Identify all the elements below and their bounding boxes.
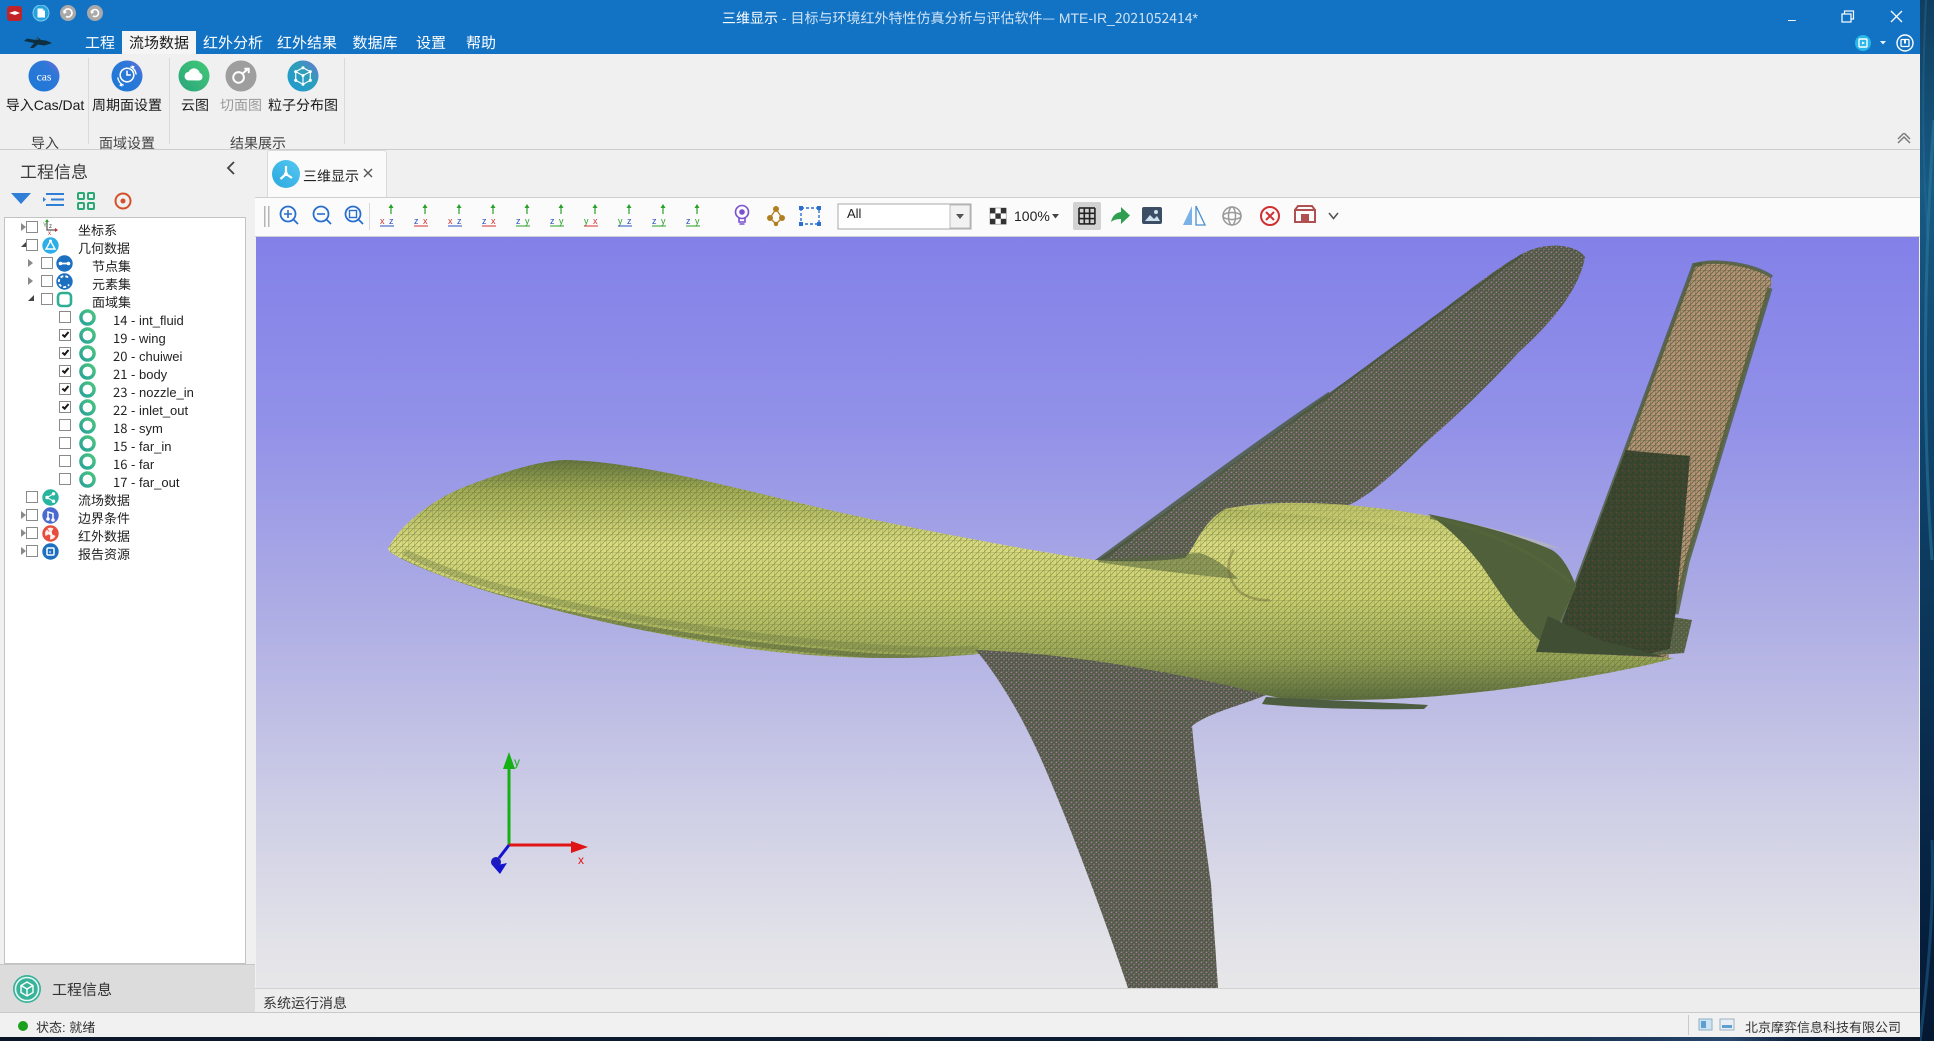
svg-text:y: y [584, 216, 589, 226]
svg-text:z: z [627, 216, 632, 226]
svg-text:z: z [686, 216, 691, 226]
svg-text:z: z [49, 221, 52, 230]
svg-text:z: z [550, 216, 555, 226]
svg-text:All: All [847, 206, 862, 221]
svg-text:Y: Y [43, 220, 47, 229]
svg-text:x: x [448, 216, 453, 226]
svg-text:x: x [578, 853, 584, 867]
svg-text:x: x [491, 216, 496, 226]
svg-text:z: z [516, 216, 521, 226]
svg-text:z: z [482, 216, 487, 226]
svg-text:z: z [652, 216, 657, 226]
svg-text:y: y [514, 755, 520, 769]
svg-text:y: y [559, 216, 564, 226]
svg-text:y: y [695, 216, 700, 226]
svg-text:x: x [380, 216, 385, 226]
svg-text:z: z [389, 216, 394, 226]
svg-text:z: z [414, 216, 419, 226]
svg-text:cas: cas [37, 70, 52, 83]
svg-text:y: y [525, 216, 530, 226]
svg-text:x: x [593, 216, 598, 226]
svg-text:z: z [457, 216, 462, 226]
svg-text:y: y [618, 216, 623, 226]
svg-text:y: y [661, 216, 666, 226]
svg-text:100%: 100% [1014, 208, 1050, 224]
svg-text:x: x [423, 216, 428, 226]
